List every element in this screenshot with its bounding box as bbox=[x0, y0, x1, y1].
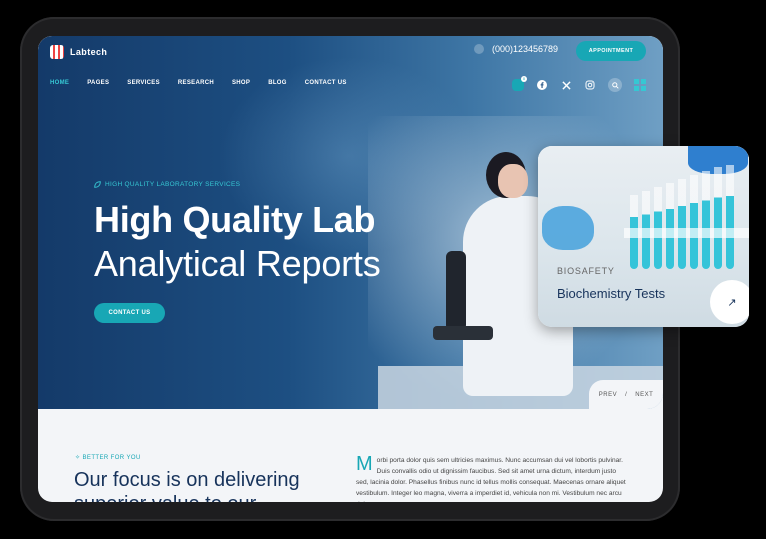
slider-pager: PREV / NEXT bbox=[589, 380, 663, 409]
phone-contact[interactable]: (000)123456789 bbox=[474, 44, 558, 54]
phone-icon bbox=[474, 44, 484, 54]
hero-tagline: HIGH QUALITY LABORATORY SERVICES bbox=[94, 181, 240, 188]
site-logo[interactable]: Labtech bbox=[50, 45, 107, 59]
test-tube bbox=[714, 167, 722, 269]
next-button[interactable]: NEXT bbox=[635, 392, 653, 398]
microscope-base bbox=[433, 326, 493, 340]
test-tube bbox=[726, 165, 734, 269]
section-eyebrow-text: BETTER FOR YOU bbox=[82, 455, 141, 461]
hero-title-line2: Analytical Reports bbox=[94, 243, 381, 284]
section-eyebrow: ✧ BETTER FOR YOU bbox=[75, 454, 141, 461]
nav-pages[interactable]: PAGES bbox=[87, 80, 109, 86]
nav-shop[interactable]: SHOP bbox=[232, 80, 250, 86]
header-icons: 0 bbox=[512, 76, 646, 92]
test-tube bbox=[702, 171, 710, 269]
section-paragraph-text: orbi porta dolor quis sem ultricies maxi… bbox=[356, 457, 626, 502]
pager-separator: / bbox=[625, 391, 628, 398]
leaf-icon bbox=[94, 181, 101, 188]
section-paragraph: M orbi porta dolor quis sem ultricies ma… bbox=[356, 453, 626, 502]
arrow-up-right-icon[interactable]: ↗ bbox=[716, 286, 748, 318]
leaf-icon: ✧ bbox=[75, 455, 81, 461]
card-title[interactable]: Biochemistry Tests bbox=[557, 286, 665, 301]
main-nav: HOME PAGES SERVICES RESEARCH SHOP BLOG C… bbox=[50, 80, 347, 86]
dropcap: M bbox=[356, 453, 373, 475]
card-category: BIOSAFETY bbox=[557, 266, 615, 276]
x-icon[interactable] bbox=[560, 79, 572, 91]
contact-us-button[interactable]: CONTACT US bbox=[94, 303, 165, 323]
instagram-icon[interactable] bbox=[584, 79, 596, 91]
hero-tagline-text: HIGH QUALITY LABORATORY SERVICES bbox=[105, 181, 241, 188]
appointment-button[interactable]: APPOINTMENT bbox=[576, 41, 646, 61]
cart-icon[interactable]: 0 bbox=[512, 76, 527, 91]
section-heading: Our focus is on delivering superior valu… bbox=[74, 469, 300, 502]
cart-count-badge: 0 bbox=[521, 76, 527, 82]
nav-services[interactable]: SERVICES bbox=[127, 80, 160, 86]
microscope bbox=[446, 251, 466, 331]
logo-icon bbox=[50, 45, 64, 59]
search-icon[interactable] bbox=[608, 78, 622, 92]
facebook-icon[interactable] bbox=[536, 79, 548, 91]
test-tube bbox=[678, 179, 686, 269]
grid-menu-icon[interactable] bbox=[634, 79, 646, 91]
test-tube bbox=[690, 175, 698, 269]
nav-home[interactable]: HOME bbox=[50, 80, 69, 86]
nav-contact-us[interactable]: CONTACT US bbox=[305, 80, 347, 86]
prev-button[interactable]: PREV bbox=[599, 392, 617, 398]
logo-text: Labtech bbox=[70, 47, 108, 57]
scientist-face bbox=[498, 164, 528, 198]
nav-research[interactable]: RESEARCH bbox=[178, 80, 214, 86]
test-tube bbox=[666, 183, 674, 269]
service-card[interactable]: BIOSAFETY Biochemistry Tests ↗ bbox=[538, 146, 749, 327]
glove-left bbox=[542, 206, 594, 250]
tube-rack bbox=[624, 228, 749, 238]
phone-number: (000)123456789 bbox=[492, 44, 559, 54]
nav-blog[interactable]: BLOG bbox=[268, 80, 287, 86]
hero-title-line1: High Quality Lab bbox=[94, 199, 376, 240]
